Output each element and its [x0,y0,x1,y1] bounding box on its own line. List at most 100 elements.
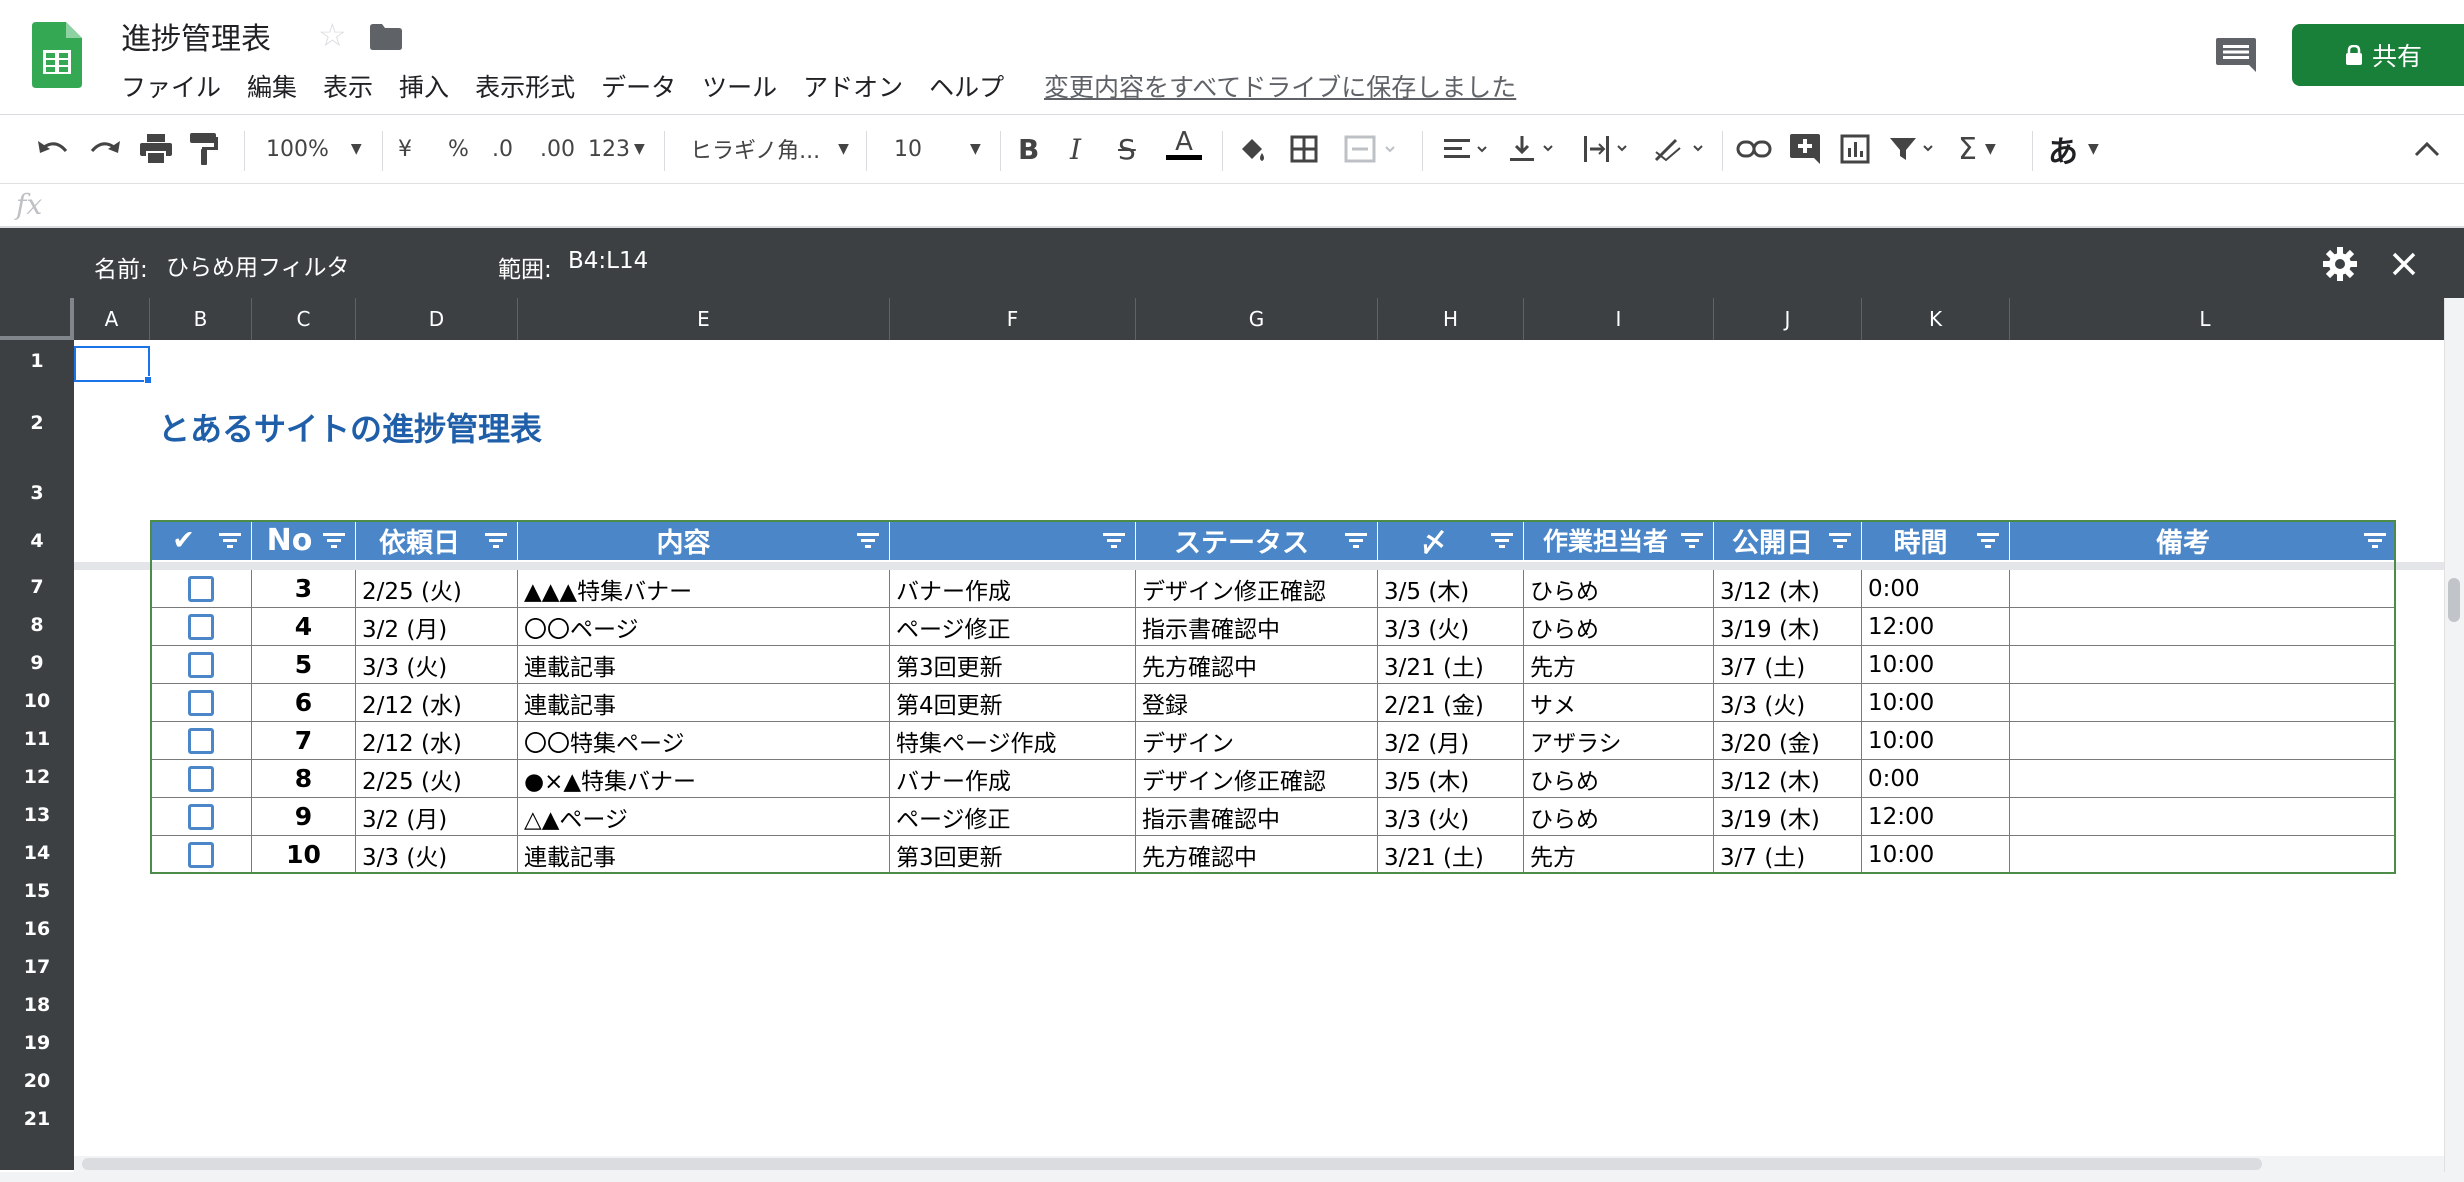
strikethrough-icon[interactable]: S [1118,129,1136,169]
row-header[interactable]: 8 [0,614,74,636]
assignee-cell[interactable]: ひらめ [1524,760,1714,798]
no-cell[interactable]: 5 [252,646,356,684]
checkbox[interactable] [187,689,214,716]
publish-date-cell[interactable]: 3/20 (金) [1714,722,1862,760]
publish-date-cell[interactable]: 3/19 (木) [1714,608,1862,646]
deadline-cell[interactable]: 3/3 (火) [1378,608,1524,646]
save-status-link[interactable]: 変更内容をすべてドライブに保存しました [1044,68,1516,104]
task-cell[interactable]: バナー作成 [890,760,1136,798]
deadline-cell[interactable]: 3/3 (火) [1378,798,1524,836]
header-status[interactable]: ステータス [1136,520,1378,560]
spreadsheet-grid[interactable]: とあるサイトの進捗管理表 ✔ No 依頼日 内容 ステータス 〆 作業担当者 公… [74,340,2444,1162]
header-requested-date[interactable]: 依頼日 [356,520,518,560]
status-cell[interactable]: 登録 [1136,684,1378,722]
menu-view[interactable]: 表示 [323,68,373,104]
notes-cell[interactable] [2010,608,2396,646]
checkbox[interactable] [187,613,214,640]
row-header[interactable]: 4 [0,530,74,552]
checkbox[interactable] [187,841,214,868]
vertical-scroll-thumb[interactable] [2448,578,2460,622]
no-cell[interactable]: 8 [252,760,356,798]
menu-tools[interactable]: ツール [702,68,777,104]
notes-cell[interactable] [2010,684,2396,722]
task-cell[interactable]: ページ修正 [890,798,1136,836]
insert-chart-icon[interactable] [1840,129,1870,169]
merge-cells-icon[interactable] [1344,129,1398,169]
row-header[interactable]: 17 [0,956,74,978]
filter-toggle-icon[interactable] [219,532,241,548]
content-cell[interactable]: 〇〇特集ページ [518,722,890,760]
vertical-scrollbar[interactable] [2444,298,2464,1182]
filter-toggle-icon[interactable] [2364,532,2386,548]
header-content[interactable]: 内容 [518,520,890,560]
menu-insert[interactable]: 挿入 [399,68,449,104]
content-cell[interactable]: 連載記事 [518,836,890,874]
header-time[interactable]: 時間 [1862,520,2010,560]
status-cell[interactable]: 指示書確認中 [1136,798,1378,836]
no-cell[interactable]: 4 [252,608,356,646]
increase-decimal-button[interactable]: .00 [540,129,575,169]
checkbox[interactable] [187,803,214,830]
deadline-cell[interactable]: 2/21 (金) [1378,684,1524,722]
publish-date-cell[interactable]: 3/7 (土) [1714,836,1862,874]
column-header-k[interactable]: K [1862,298,2010,340]
formula-bar[interactable]: fx [0,184,2464,228]
function-icon[interactable]: Σ ▼ [1958,129,1996,169]
deadline-cell[interactable]: 3/5 (木) [1378,760,1524,798]
menu-format[interactable]: 表示形式 [475,68,575,104]
select-all-corner[interactable] [0,298,74,340]
row-header[interactable]: 9 [0,652,74,674]
sheets-logo-icon[interactable] [32,22,82,88]
requested-date-cell[interactable]: 2/25 (火) [356,570,518,608]
row-header[interactable]: 11 [0,728,74,750]
status-cell[interactable]: 先方確認中 [1136,836,1378,874]
deadline-cell[interactable]: 3/5 (木) [1378,570,1524,608]
column-header-l[interactable]: L [2010,298,2400,340]
menu-edit[interactable]: 編集 [247,68,297,104]
notes-cell[interactable] [2010,722,2396,760]
time-cell[interactable]: 0:00 [1862,760,2010,798]
filter-toggle-icon[interactable] [1345,532,1367,548]
deadline-cell[interactable]: 3/21 (土) [1378,836,1524,874]
column-header-h[interactable]: H [1378,298,1524,340]
text-wrap-icon[interactable] [1582,129,1632,169]
close-icon[interactable] [2388,248,2420,280]
folder-icon[interactable] [370,24,402,50]
content-cell[interactable]: 連載記事 [518,646,890,684]
check-cell[interactable] [150,608,252,646]
requested-date-cell[interactable]: 3/3 (火) [356,836,518,874]
publish-date-cell[interactable]: 3/12 (木) [1714,570,1862,608]
filter-toggle-icon[interactable] [857,532,879,548]
column-header-e[interactable]: E [518,298,890,340]
requested-date-cell[interactable]: 2/25 (火) [356,760,518,798]
filter-range-input[interactable]: B4:L14 [568,248,648,274]
row-header[interactable]: 21 [0,1108,74,1130]
checkbox[interactable] [187,575,214,602]
font-family-select[interactable]: ヒラギノ角... ▼ [690,129,849,169]
filter-name-input[interactable]: ひらめ用フィルタ [166,248,350,282]
task-cell[interactable]: ページ修正 [890,608,1136,646]
deadline-cell[interactable]: 3/21 (土) [1378,646,1524,684]
notes-cell[interactable] [2010,836,2396,874]
row-header[interactable]: 3 [0,482,74,504]
check-cell[interactable] [150,798,252,836]
checkbox[interactable] [187,765,214,792]
fill-color-icon[interactable] [1238,129,1268,169]
vertical-align-icon[interactable] [1508,129,1558,169]
fill-handle[interactable] [144,376,152,384]
filter-toggle-icon[interactable] [1491,532,1513,548]
filter-toggle-icon[interactable] [1681,532,1703,548]
row-header[interactable]: 12 [0,766,74,788]
status-cell[interactable]: 指示書確認中 [1136,608,1378,646]
link-icon[interactable] [1736,129,1772,169]
header-notes[interactable]: 備考 [2010,520,2396,560]
publish-date-cell[interactable]: 3/7 (土) [1714,646,1862,684]
column-header-g[interactable]: G [1136,298,1378,340]
time-cell[interactable]: 10:00 [1862,684,2010,722]
row-header[interactable]: 14 [0,842,74,864]
no-cell[interactable]: 3 [252,570,356,608]
row-header[interactable]: 10 [0,690,74,712]
content-cell[interactable]: ●×▲特集バナー [518,760,890,798]
redo-icon[interactable] [88,129,122,169]
assignee-cell[interactable]: 先方 [1524,646,1714,684]
